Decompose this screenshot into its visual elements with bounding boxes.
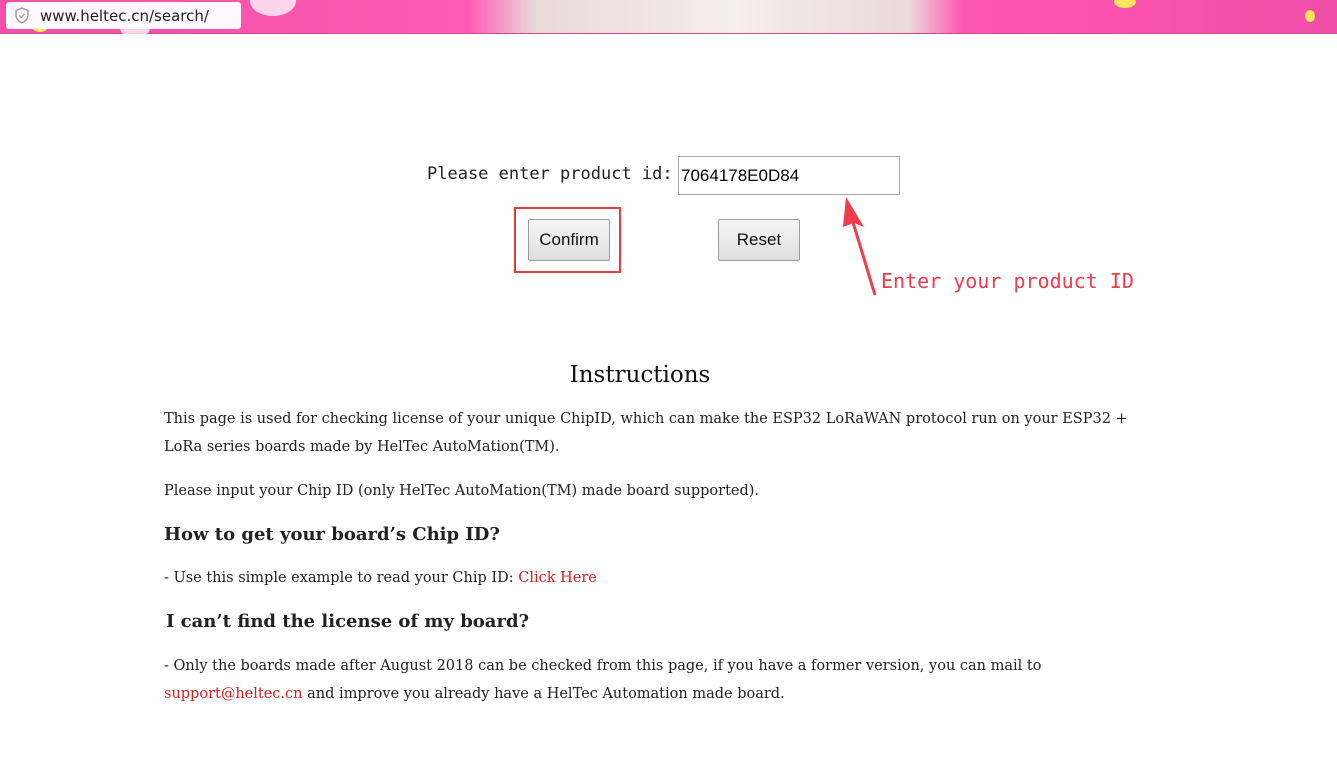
header-decoration [1114, 0, 1136, 8]
license-heading: I can’t find the license of my board? [166, 611, 530, 632]
chipid-instructions: - Use this simple example to read your C… [164, 564, 1164, 592]
chipid-prefix-text: - Use this simple example to read your C… [164, 570, 519, 586]
instructions-title: Instructions [569, 362, 711, 388]
license-text: - Only the boards made after August 2018… [164, 658, 1042, 674]
confirm-button[interactable]: Confirm [528, 219, 610, 261]
intro-paragraph: This page is used for checking license o… [164, 411, 1128, 455]
product-id-input[interactable] [678, 156, 900, 195]
reset-button[interactable]: Reset [718, 219, 800, 261]
browser-address-bar: www.heltec.cn/search/ [0, 0, 1337, 38]
product-id-label: Please enter product id: [427, 164, 673, 184]
header-decoration [250, 0, 296, 16]
click-here-link[interactable]: Click Here [518, 570, 597, 586]
shield-icon [14, 7, 30, 24]
header-decoration [1305, 10, 1315, 22]
chipid-input-note: Please input your Chip ID (only HelTec A… [164, 483, 760, 499]
url-field[interactable]: www.heltec.cn/search/ [6, 2, 241, 29]
license-instructions: - Only the boards made after August 2018… [164, 652, 1164, 708]
url-text: www.heltec.cn/search/ [40, 6, 209, 25]
annotation-label: Enter your product ID [881, 269, 1134, 293]
chipid-heading: How to get your board’s Chip ID? [164, 524, 500, 545]
license-suffix-text: and improve you already have a HelTec Au… [302, 686, 785, 702]
support-email-link[interactable]: support@heltec.cn [164, 686, 303, 702]
